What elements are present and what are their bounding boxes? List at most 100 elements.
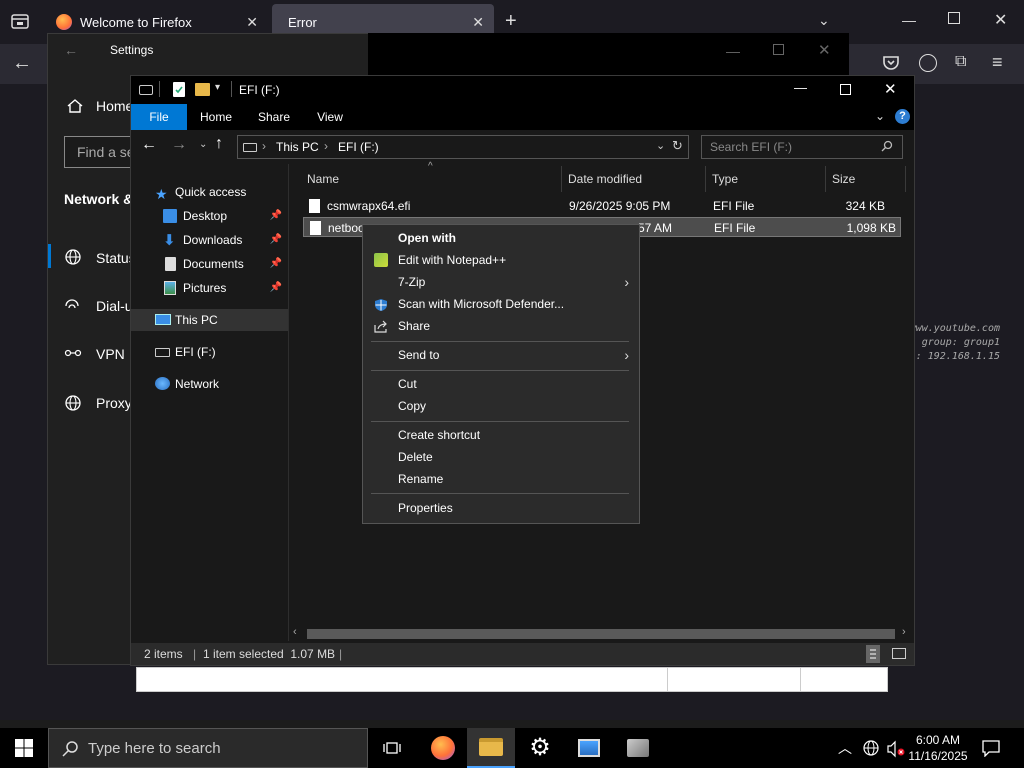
menu-create-shortcut[interactable]: Create shortcut bbox=[365, 424, 637, 446]
file-row[interactable]: csmwrapx64.efi 9/26/2025 9:05 PM EFI Fil… bbox=[303, 196, 901, 216]
breadcrumb-efi[interactable]: EFI (F:) bbox=[338, 140, 379, 154]
help-icon[interactable]: ? bbox=[895, 109, 910, 124]
file-icon bbox=[310, 221, 321, 235]
nav-proxy[interactable]: Proxy bbox=[96, 395, 132, 411]
close-window-icon[interactable]: ✕ bbox=[994, 10, 1007, 30]
up-arrow-icon[interactable]: ↑ bbox=[215, 135, 223, 153]
tab-share[interactable]: Share bbox=[249, 104, 299, 130]
taskbar-app-2[interactable] bbox=[614, 728, 662, 768]
firefox-view-icon[interactable] bbox=[8, 12, 32, 32]
task-view-button[interactable] bbox=[368, 728, 416, 768]
taskbar-app[interactable] bbox=[565, 728, 613, 768]
horizontal-scrollbar[interactable]: ‹ › bbox=[289, 626, 914, 641]
nav-pictures[interactable]: Pictures 📌 bbox=[131, 277, 288, 299]
new-folder-icon[interactable] bbox=[195, 83, 210, 96]
address-bar[interactable]: › This PC › EFI (F:) ⌄ ↻ bbox=[237, 135, 689, 159]
pocket-icon[interactable] bbox=[882, 55, 900, 71]
maximize-icon[interactable] bbox=[773, 44, 784, 55]
expand-ribbon-icon[interactable]: ⌄ bbox=[875, 109, 885, 123]
status-separator: | bbox=[193, 647, 197, 661]
nav-network[interactable]: Network bbox=[131, 373, 288, 395]
start-button[interactable] bbox=[0, 728, 48, 768]
maximize-icon[interactable] bbox=[840, 84, 851, 95]
show-hidden-icons-icon[interactable]: ︿ bbox=[838, 738, 852, 758]
close-tab-icon[interactable]: ✕ bbox=[246, 14, 258, 31]
pin-icon: 📌 bbox=[269, 282, 282, 293]
firefox-logo-icon bbox=[56, 14, 72, 30]
address-toolbar: ← → ⌄ ↑ › This PC › EFI (F:) ⌄ ↻ Search … bbox=[131, 130, 914, 164]
taskbar-search[interactable]: Type here to search bbox=[48, 728, 368, 768]
details-view-icon[interactable] bbox=[866, 645, 880, 663]
menu-send-to[interactable]: Send to › bbox=[365, 344, 637, 366]
column-date-modified[interactable]: Date modified bbox=[564, 166, 706, 192]
properties-quick-icon[interactable] bbox=[173, 82, 185, 97]
settings-home-link[interactable]: Home bbox=[96, 98, 133, 114]
tab-view[interactable]: View bbox=[307, 104, 353, 130]
taskbar-firefox[interactable] bbox=[419, 728, 467, 768]
menu-delete[interactable]: Delete bbox=[365, 446, 637, 468]
volume-muted-icon[interactable] bbox=[886, 740, 906, 758]
account-icon[interactable] bbox=[919, 54, 937, 72]
menu-share[interactable]: Share bbox=[365, 315, 637, 337]
address-dropdown-icon[interactable]: ⌄ bbox=[656, 139, 665, 152]
extensions-icon[interactable]: ⧉ bbox=[955, 53, 966, 71]
nav-label: Pictures bbox=[183, 281, 227, 295]
recent-locations-icon[interactable]: ⌄ bbox=[199, 139, 207, 150]
menu-label: Copy bbox=[398, 399, 427, 413]
menu-cut[interactable]: Cut bbox=[365, 373, 637, 395]
scroll-left-icon[interactable]: ‹ bbox=[293, 626, 297, 638]
tab-home[interactable]: Home bbox=[191, 104, 241, 130]
download-arrow-icon: ⬇ bbox=[163, 232, 176, 249]
menu-edit-notepad[interactable]: Edit with Notepad++ bbox=[365, 249, 637, 271]
globe-icon bbox=[64, 248, 82, 266]
scrollbar-thumb[interactable] bbox=[307, 629, 895, 639]
explorer-title: EFI (F:) bbox=[239, 83, 280, 97]
taskbar-file-explorer[interactable] bbox=[467, 728, 515, 768]
notifications-icon[interactable] bbox=[982, 739, 1000, 758]
close-tab-icon[interactable]: ✕ bbox=[472, 14, 484, 31]
nav-documents[interactable]: Documents 📌 bbox=[131, 253, 288, 275]
menu-rename[interactable]: Rename bbox=[365, 468, 637, 490]
windows-logo-icon bbox=[15, 739, 33, 757]
nav-downloads[interactable]: ⬇ Downloads 📌 bbox=[131, 229, 288, 251]
nav-this-pc[interactable]: This PC bbox=[131, 309, 288, 331]
menu-7zip[interactable]: 7-Zip › bbox=[365, 271, 637, 293]
menu-open-with[interactable]: Open with bbox=[365, 227, 637, 249]
large-icons-view-icon[interactable] bbox=[892, 648, 906, 659]
refresh-icon[interactable]: ↻ bbox=[672, 138, 683, 154]
menu-properties[interactable]: Properties bbox=[365, 497, 637, 519]
customize-toolbar-icon[interactable]: ▾ bbox=[215, 82, 220, 93]
minimize-icon[interactable]: — bbox=[726, 43, 740, 59]
back-arrow-icon[interactable]: ← bbox=[141, 136, 157, 154]
network-globe-icon[interactable] bbox=[862, 739, 880, 757]
list-tabs-icon[interactable]: ⌄ bbox=[818, 12, 830, 29]
nav-dial-up[interactable]: Dial-u bbox=[96, 298, 133, 314]
minimize-icon[interactable]: — bbox=[794, 80, 807, 95]
menu-icon[interactable]: ≡ bbox=[992, 52, 1003, 73]
new-tab-icon[interactable]: + bbox=[505, 10, 517, 33]
settings-back-icon[interactable]: ← bbox=[64, 42, 78, 58]
nav-vpn[interactable]: VPN bbox=[96, 346, 125, 362]
forward-arrow-icon[interactable]: → bbox=[171, 136, 187, 154]
menu-copy[interactable]: Copy bbox=[365, 395, 637, 417]
column-name[interactable]: Name bbox=[303, 166, 562, 192]
breadcrumb-this-pc[interactable]: This PC bbox=[276, 140, 319, 154]
log-text: www.youtube.com group: group1 /: 192.168… bbox=[900, 322, 1000, 364]
selection-info: 1 item selected 1.07 MB bbox=[203, 647, 336, 661]
scroll-right-icon[interactable]: › bbox=[902, 626, 906, 638]
tab-file[interactable]: File bbox=[131, 104, 187, 130]
back-arrow-icon[interactable]: ← bbox=[12, 52, 32, 75]
search-input[interactable]: Search EFI (F:) bbox=[701, 135, 903, 159]
close-icon[interactable]: ✕ bbox=[818, 41, 831, 59]
minimize-icon[interactable]: — bbox=[902, 12, 916, 28]
close-icon[interactable]: ✕ bbox=[884, 80, 897, 98]
column-size[interactable]: Size bbox=[828, 166, 906, 192]
column-type[interactable]: Type bbox=[708, 166, 826, 192]
taskbar-settings[interactable]: ⚙ bbox=[516, 728, 564, 768]
menu-scan-defender[interactable]: Scan with Microsoft Defender... bbox=[365, 293, 637, 315]
nav-quick-access[interactable]: ★ Quick access bbox=[131, 181, 288, 203]
clock[interactable]: 6:00 AM 11/16/2025 bbox=[908, 732, 968, 764]
nav-efi-drive[interactable]: EFI (F:) bbox=[131, 341, 288, 363]
nav-desktop[interactable]: Desktop 📌 bbox=[131, 205, 288, 227]
maximize-icon[interactable] bbox=[948, 12, 960, 24]
